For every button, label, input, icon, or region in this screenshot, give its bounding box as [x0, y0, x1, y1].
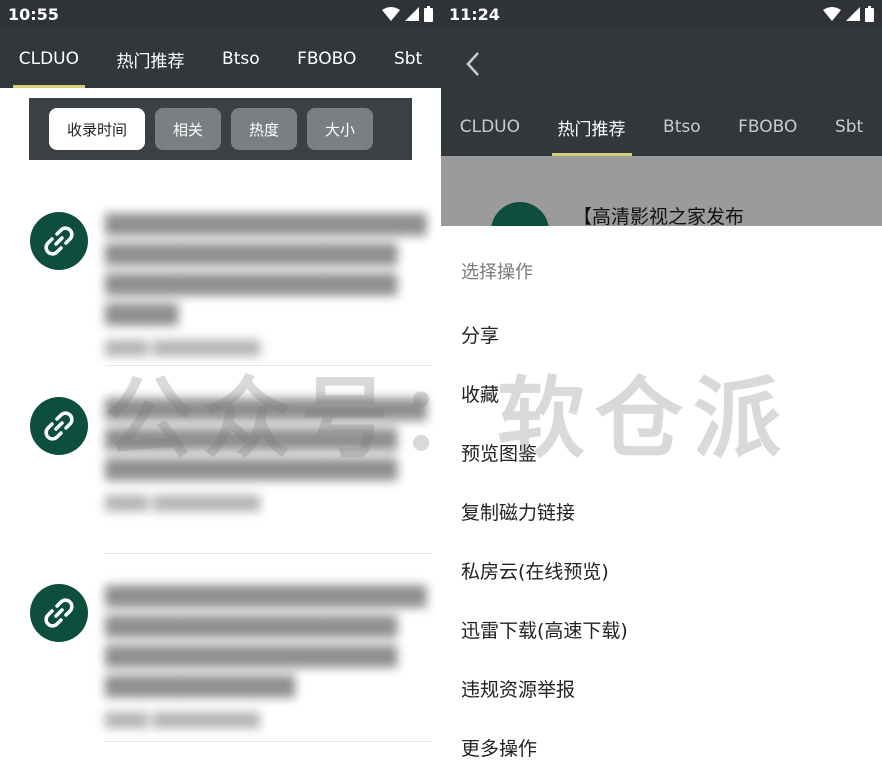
battery-icon — [424, 6, 433, 22]
tab-btso[interactable]: Btso — [657, 98, 707, 156]
list-item[interactable]: ██████████████████████ █████████████████… — [0, 572, 441, 742]
sort-filter-bar: 收录时间 相关 热度 大小 — [29, 98, 412, 160]
wifi-icon — [823, 7, 841, 21]
filter-time[interactable]: 收录时间 — [49, 108, 146, 150]
tab-hot[interactable]: 热门推荐 — [111, 30, 191, 88]
menu-item-share[interactable]: 分享 — [461, 321, 499, 348]
status-bar: 11:24 — [441, 0, 882, 30]
source-tabs: CLDUO 热门推荐 Btso FBOBO Sbt — [441, 98, 882, 156]
divider — [105, 365, 431, 366]
signal-icon — [846, 7, 860, 21]
blurred-result-text: ██████████████████████ █████████████████… — [105, 214, 427, 357]
blurred-result-text: ██████████████████████ █████████████████… — [105, 399, 427, 512]
left-screen: 10:55 CLDUO 热门推荐 Btso FBOBO Sbt 收录时间 相关 … — [0, 0, 441, 784]
filter-popularity[interactable]: 热度 — [231, 108, 298, 150]
link-icon — [30, 397, 88, 455]
sheet-title: 选择操作 — [461, 262, 533, 283]
menu-item-preview[interactable]: 预览图鉴 — [461, 439, 537, 466]
list-item-title: 【高清影视之家发布 — [573, 206, 745, 228]
tab-btso[interactable]: Btso — [216, 30, 266, 88]
link-icon — [30, 212, 88, 270]
menu-item-favorite[interactable]: 收藏 — [461, 380, 499, 407]
right-screen: 11:24 CLDUO 热门推荐 Btso FBOBO Sbt 【高清影视之家发… — [441, 0, 882, 784]
list-item[interactable]: ██████████████████████ █████████████████… — [0, 385, 441, 555]
tab-sbt[interactable]: Sbt — [388, 30, 428, 88]
status-bar: 10:55 — [0, 0, 441, 30]
status-time: 11:24 — [449, 5, 500, 24]
source-tabs: CLDUO 热门推荐 Btso FBOBO Sbt — [0, 30, 441, 88]
tab-hot[interactable]: 热门推荐 — [551, 98, 632, 156]
back-arrow-icon[interactable] — [463, 50, 483, 78]
tab-clduo[interactable]: CLDUO — [12, 30, 86, 88]
blurred-result-text: ██████████████████████ █████████████████… — [105, 586, 427, 729]
tab-fbobo[interactable]: FBOBO — [291, 30, 362, 88]
divider — [105, 553, 431, 554]
link-icon — [30, 584, 88, 642]
tab-sbt[interactable]: Sbt — [829, 98, 869, 156]
action-sheet: 选择操作 分享 收藏 预览图鉴 复制磁力链接 私房云(在线预览) 迅雷下载(高速… — [441, 226, 882, 784]
menu-item-copy-magnet[interactable]: 复制磁力链接 — [461, 498, 575, 525]
tab-clduo[interactable]: CLDUO — [454, 98, 526, 156]
menu-item-thunder-download[interactable]: 迅雷下载(高速下载) — [461, 616, 628, 643]
wifi-icon — [382, 7, 400, 21]
dimmed-list-item: 【高清影视之家发布 — [441, 156, 882, 260]
tab-fbobo[interactable]: FBOBO — [732, 98, 803, 156]
divider — [105, 741, 431, 742]
list-item[interactable]: ██████████████████████ █████████████████… — [0, 200, 441, 370]
menu-item-more[interactable]: 更多操作 — [461, 734, 537, 761]
status-time: 10:55 — [8, 5, 59, 24]
signal-icon — [405, 7, 419, 21]
filter-size[interactable]: 大小 — [307, 108, 374, 150]
app-bar — [441, 30, 882, 98]
menu-item-private-cloud[interactable]: 私房云(在线预览) — [461, 557, 609, 584]
menu-item-report[interactable]: 违规资源举报 — [461, 675, 575, 702]
battery-icon — [865, 6, 874, 22]
filter-relevance[interactable]: 相关 — [155, 108, 222, 150]
